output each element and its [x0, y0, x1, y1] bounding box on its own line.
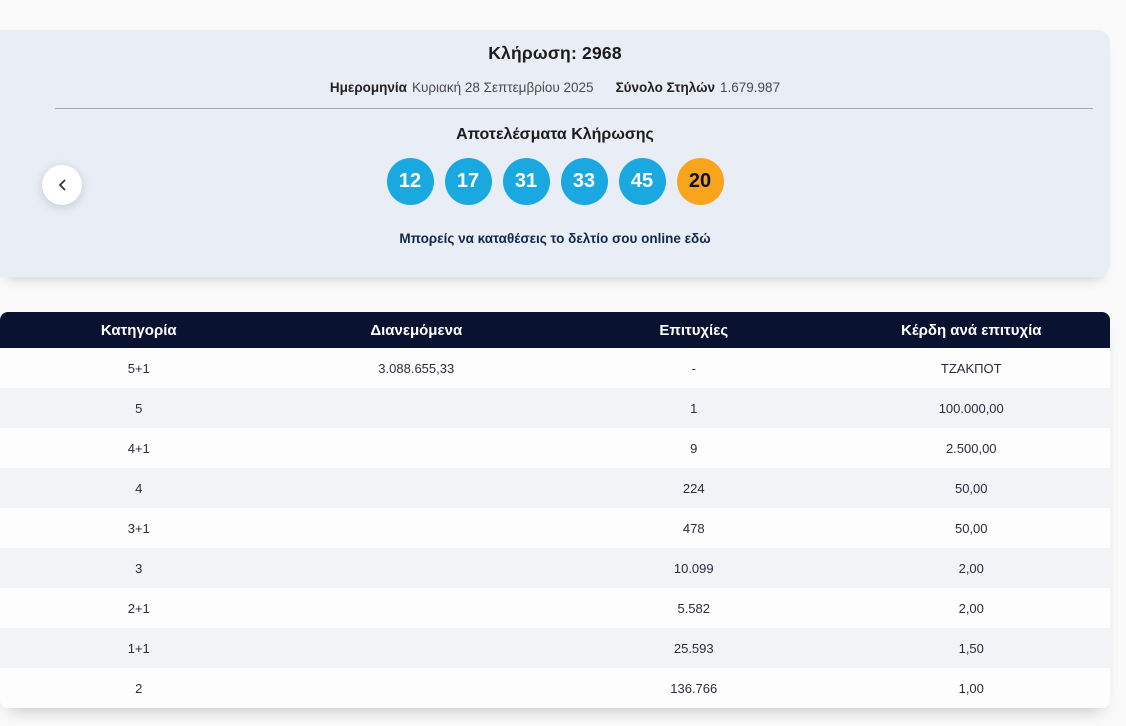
previous-draw-button[interactable] — [42, 165, 82, 205]
column-header-prize-per-win: Κέρδη ανά επιτυχία — [833, 322, 1111, 339]
table-cell: 10.099 — [555, 561, 833, 576]
prize-table: Κατηγορία Διανεμόμενα Επιτυχίες Κέρδη αν… — [0, 312, 1110, 708]
table-body: 5+13.088.655,33-ΤΖΑΚΠΟΤ51100.000,004+192… — [0, 348, 1110, 708]
results-heading: Αποτελέσματα Κλήρωσης — [0, 126, 1110, 144]
prize-table-header: Κατηγορία Διανεμόμενα Επιτυχίες Κέρδη αν… — [0, 312, 1110, 348]
draw-date: Ημερομηνία Κυριακή 28 Σεπτεμβρίου 2025 — [330, 80, 594, 95]
table-cell: 3.088.655,33 — [278, 361, 556, 376]
table-row: 5 1100.000,00 — [0, 388, 1110, 428]
number-ball: 31 — [503, 158, 550, 205]
table-cell: 5+1 — [0, 361, 278, 376]
deposit-online-link[interactable]: Μπορείς να καταθέσεις το δελτίο σου onli… — [0, 231, 1110, 246]
table-cell: 3+1 — [0, 521, 278, 536]
table-row: 4+1 92.500,00 — [0, 428, 1110, 468]
table-cell: 4 — [0, 481, 278, 496]
table-cell: 224 — [555, 481, 833, 496]
draw-title: Κλήρωση: 2968 — [0, 30, 1110, 64]
table-cell: 478 — [555, 521, 833, 536]
column-header-category: Κατηγορία — [0, 322, 278, 339]
table-cell: 3 — [0, 561, 278, 576]
number-ball: 33 — [561, 158, 608, 205]
table-cell: ΤΖΑΚΠΟΤ — [833, 361, 1111, 376]
table-cell: 2.500,00 — [833, 441, 1111, 456]
table-cell: 5 — [0, 401, 278, 416]
table-row: 2+1 5.5822,00 — [0, 588, 1110, 628]
table-row: 3+1 47850,00 — [0, 508, 1110, 548]
table-cell: 100.000,00 — [833, 401, 1111, 416]
total-columns: Σύνολο Στηλών 1.679.987 — [616, 80, 781, 95]
total-columns-value: 1.679.987 — [720, 80, 780, 95]
number-ball: 45 — [619, 158, 666, 205]
table-cell: 1,50 — [833, 641, 1111, 656]
table-row: 3 10.0992,00 — [0, 548, 1110, 588]
table-row: 1+1 25.5931,50 — [0, 628, 1110, 668]
draw-meta: Ημερομηνία Κυριακή 28 Σεπτεμβρίου 2025 Σ… — [0, 80, 1110, 95]
table-cell: 136.766 — [555, 681, 833, 696]
table-cell: 2 — [0, 681, 278, 696]
table-row: 2 136.7661,00 — [0, 668, 1110, 708]
divider — [55, 108, 1093, 109]
winning-numbers: 12 17 31 33 45 20 — [0, 158, 1110, 205]
bonus-number-ball: 20 — [677, 158, 724, 205]
table-cell: 25.593 — [555, 641, 833, 656]
table-cell: 2,00 — [833, 561, 1111, 576]
chevron-left-icon — [57, 179, 68, 191]
table-cell: 1,00 — [833, 681, 1111, 696]
total-columns-label: Σύνολο Στηλών — [616, 80, 715, 95]
table-cell: 5.582 — [555, 601, 833, 616]
draw-date-value: Κυριακή 28 Σεπτεμβρίου 2025 — [412, 80, 594, 95]
table-cell: 1+1 — [0, 641, 278, 656]
column-header-distributed: Διανεμόμενα — [278, 322, 556, 339]
page: Κλήρωση: 2968 Ημερομηνία Κυριακή 28 Σεπτ… — [0, 0, 1126, 726]
table-cell: 2,00 — [833, 601, 1111, 616]
draw-date-label: Ημερομηνία — [330, 80, 407, 95]
table-cell: 9 — [555, 441, 833, 456]
draw-panel: Κλήρωση: 2968 Ημερομηνία Κυριακή 28 Σεπτ… — [0, 30, 1110, 277]
table-cell: 1 — [555, 401, 833, 416]
number-ball: 12 — [387, 158, 434, 205]
table-row: 4 22450,00 — [0, 468, 1110, 508]
number-ball: 17 — [445, 158, 492, 205]
table-row: 5+13.088.655,33-ΤΖΑΚΠΟΤ — [0, 348, 1110, 388]
table-cell: 50,00 — [833, 481, 1111, 496]
table-cell: 2+1 — [0, 601, 278, 616]
table-cell: - — [555, 361, 833, 376]
column-header-winners: Επιτυχίες — [555, 322, 833, 339]
table-cell: 4+1 — [0, 441, 278, 456]
table-cell: 50,00 — [833, 521, 1111, 536]
